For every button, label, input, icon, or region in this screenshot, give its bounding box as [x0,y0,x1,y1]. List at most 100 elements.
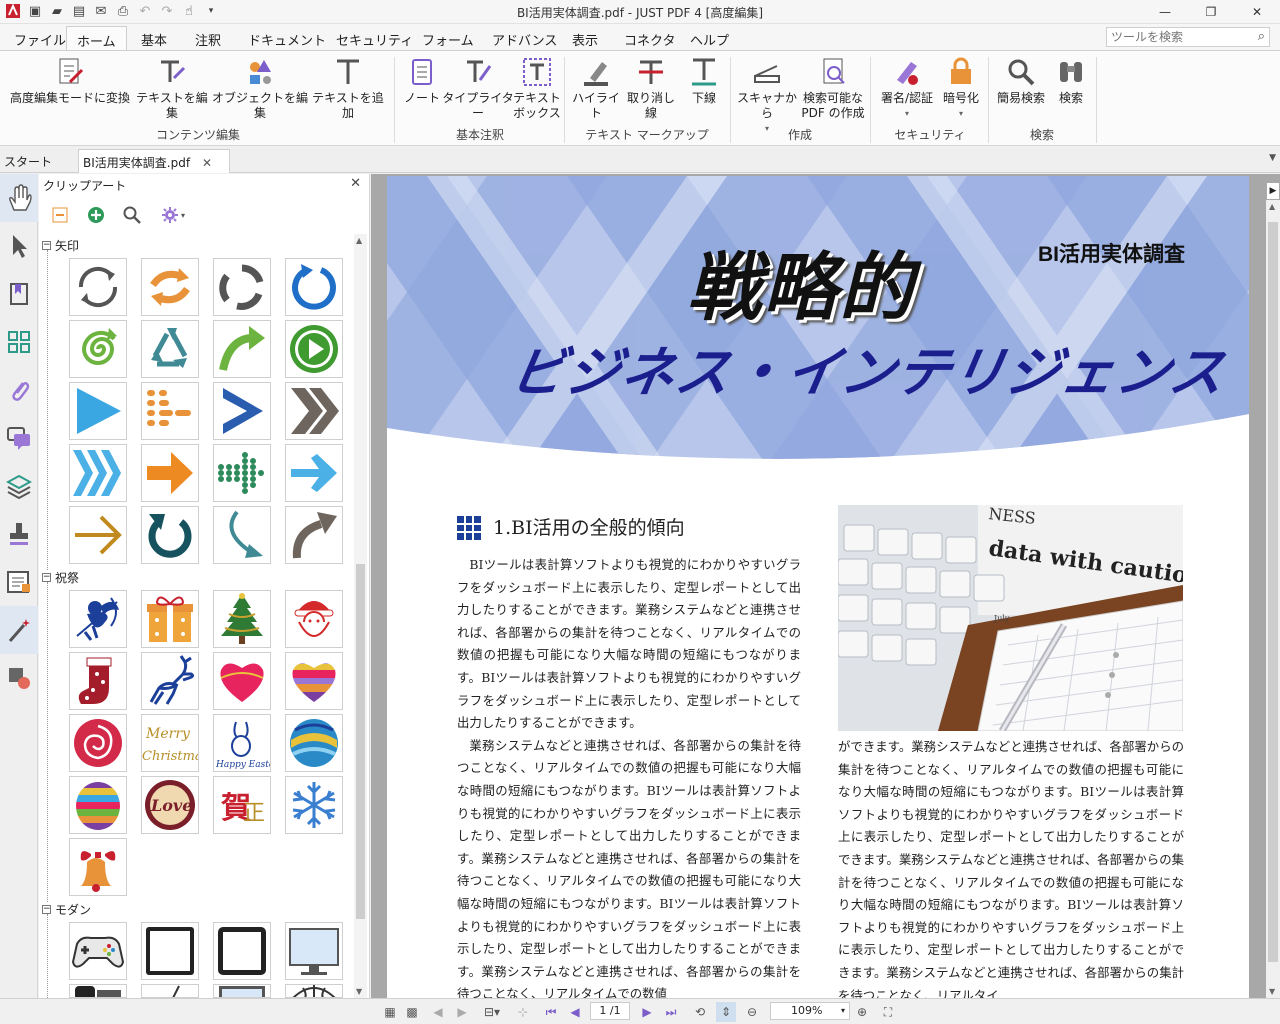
layout-menu-icon[interactable]: ⊟▾ [480,1002,504,1022]
collapse-toggle-icon[interactable]: − [42,905,51,914]
clipart-item[interactable] [69,320,127,378]
tool-search-input[interactable] [1107,28,1243,46]
scroll-down-icon[interactable]: ▼ [356,987,362,996]
clipart-item[interactable] [141,320,199,378]
previous-page-icon[interactable]: ◀ [566,1002,584,1022]
clipart-item[interactable]: 賀正 [213,776,271,834]
searchable-pdf-button[interactable]: 検索可能な PDF の作成 [800,55,866,121]
tab-annotation[interactable]: 注釈 [185,26,231,50]
clipart-item[interactable] [69,590,127,648]
clipart-item[interactable] [69,382,127,440]
underline-button[interactable]: 下線 [682,55,726,106]
tab-connector[interactable]: コネクタ [614,26,685,50]
clipart-item[interactable] [141,444,199,502]
add-text-button[interactable]: テキストを追加 [308,55,388,121]
zoom-out-icon[interactable]: ⊖ [742,1002,762,1022]
tab-start[interactable]: スタート [0,149,76,173]
first-page-icon[interactable]: ⏮ [542,1002,560,1022]
strikethrough-button[interactable]: 取り消し線 [622,55,680,121]
tab-document-file[interactable]: BI活用実体調査.pdf ✕ [78,149,230,173]
rotate-view-icon[interactable]: ⟲ [690,1002,710,1022]
next-page-icon[interactable]: ▶ [638,1002,656,1022]
fit-page-icon[interactable]: ⇕ [716,1002,736,1022]
clipart-item[interactable] [141,922,199,980]
scroll-up-icon[interactable]: ▲ [356,236,362,245]
clipart-item[interactable]: Love [141,776,199,834]
edit-text-button[interactable]: テキストを編集 [132,55,212,121]
close-icon[interactable]: ✕ [1234,0,1280,24]
clipart-item[interactable] [141,382,199,440]
collapse-toggle-icon[interactable]: − [42,241,51,250]
search-button[interactable]: 検索 [1050,55,1092,106]
clipart-item[interactable] [285,590,343,648]
pdf-page[interactable]: BI活用実体調査 戦略的 ビジネス・インテリジェンス 1.BI活用の全般的傾向 … [387,176,1249,998]
clipart-item[interactable]: Happy Easter [213,714,271,772]
clipart-item[interactable] [141,590,199,648]
clipart-item[interactable] [141,984,199,998]
hand-tool-button[interactable] [0,174,38,222]
clipart-item[interactable] [69,714,127,772]
tab-basic[interactable]: 基本 [131,26,177,50]
scroll-down-icon[interactable]: ▼ [1269,987,1275,996]
scroll-thumb[interactable] [1268,222,1278,962]
comments-panel-button[interactable] [0,414,38,462]
clipart-item[interactable] [141,506,199,564]
clipart-item[interactable] [69,652,127,710]
select-tool-button[interactable] [0,222,38,270]
clipart-item[interactable] [285,506,343,564]
minimize-icon[interactable]: — [1142,0,1188,24]
note-button[interactable]: ノート [400,55,444,106]
stamp-panel-button[interactable] [0,510,38,558]
fullscreen-icon[interactable]: ⛶ [878,1002,898,1022]
tab-advance[interactable]: アドバンス [482,26,567,50]
highlight-button[interactable]: ハイライト [568,55,624,121]
typewriter-button[interactable]: タイプライター [442,55,514,121]
settings-button[interactable]: ▾ [157,204,189,226]
clipart-item[interactable] [213,320,271,378]
collapse-all-button[interactable] [49,204,71,226]
textbox-button[interactable]: テキスト ボックス [512,55,562,121]
clipart-item[interactable] [141,652,199,710]
clipart-panel-button[interactable] [0,606,38,654]
next-page-arrow-icon[interactable]: ▶ [1266,182,1280,200]
scroll-thumb[interactable] [356,564,365,919]
clipart-item[interactable] [69,776,127,834]
chevron-down-icon[interactable]: ▾ [841,1003,845,1019]
clipart-item[interactable] [285,444,343,502]
clipart-item[interactable] [285,714,343,772]
clipart-item[interactable] [213,444,271,502]
clipart-item[interactable] [69,984,127,998]
clipart-item[interactable] [213,922,271,980]
clipart-item[interactable] [69,506,127,564]
tab-form[interactable]: フォーム [412,26,484,50]
document-scrollbar[interactable]: ▲ ▼ [1266,200,1280,998]
clipart-item[interactable] [69,922,127,980]
clipart-item[interactable] [69,444,127,502]
restore-icon[interactable]: ❐ [1188,0,1234,24]
tab-document[interactable]: ドキュメント [238,26,336,50]
last-page-icon[interactable]: ⏭ [662,1002,680,1022]
tool-search-box[interactable]: ⌕ [1106,27,1270,47]
back-icon[interactable]: ◀ [428,1002,448,1022]
scroll-up-icon[interactable]: ▲ [1269,202,1275,211]
clipart-item[interactable] [141,258,199,316]
zoom-level-field[interactable]: 109% ▾ [770,1002,850,1020]
clipart-item[interactable] [213,506,271,564]
search-icon[interactable]: ⌕ [1258,29,1265,44]
clipart-item[interactable] [285,984,343,998]
thumbnail-panel-button[interactable] [0,318,38,366]
document-viewer[interactable]: BI活用実体調査 戦略的 ビジネス・インテリジェンス 1.BI活用の全般的傾向 … [371,174,1280,998]
clipart-item[interactable] [69,258,127,316]
tab-security[interactable]: セキュリティ [326,26,423,50]
layers-panel-button[interactable] [0,462,38,510]
clipart-item[interactable] [213,590,271,648]
fit-icon[interactable]: ⊹ [514,1002,532,1022]
panel-scrollbar[interactable]: ▲ ▼ [354,234,367,998]
tab-help[interactable]: ヘルプ [680,26,739,50]
tab-view[interactable]: 表示 [562,26,608,50]
clipart-item[interactable] [285,652,343,710]
clipart-item[interactable] [285,922,343,980]
quick-search-button[interactable]: 簡易検索 [992,55,1050,106]
clipart-item[interactable] [213,984,271,998]
zoom-in-icon[interactable]: ⊕ [852,1002,872,1022]
